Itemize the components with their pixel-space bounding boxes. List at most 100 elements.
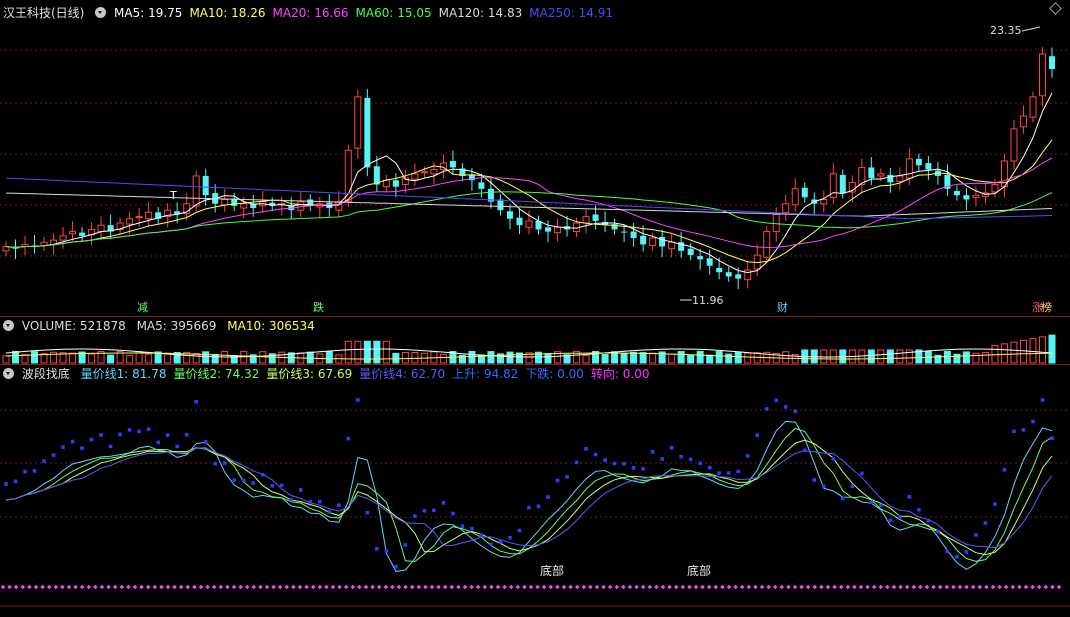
volume-panel-header: VOLUME: 521878 MA5: 395669 MA10: 306534: [3, 317, 322, 335]
candle-body-down: [725, 272, 732, 277]
volume-bar: [668, 353, 676, 364]
volume-value: VOLUME: 521878: [21, 319, 126, 333]
indicator-legend-item: 量价线3: 67.69: [266, 367, 353, 381]
baseline-diamond: [574, 584, 580, 590]
volume-bar: [468, 350, 476, 364]
candle-body-up: [744, 269, 752, 281]
baseline-diamond: [1043, 584, 1049, 590]
baseline-diamond: [970, 584, 976, 590]
baseline-diamond: [403, 584, 408, 590]
baseline-diamond: [502, 584, 507, 590]
indicator-dot: [565, 475, 569, 479]
baseline-diamond: [337, 584, 342, 590]
volume-bar: [2, 355, 10, 364]
baseline-diamond: [13, 584, 19, 590]
baseline-diamond: [555, 584, 560, 590]
indicator-dot: [926, 518, 931, 523]
indicator-dot: [1040, 398, 1045, 402]
baseline-diamond: [165, 584, 171, 590]
indicator-menu-icon[interactable]: [95, 7, 107, 18]
candle-body-up: [1019, 115, 1027, 128]
baseline-diamond: [0, 584, 6, 590]
indicator-dot: [641, 467, 645, 471]
baseline-diamond: [693, 584, 699, 590]
indicator-dot: [498, 539, 503, 544]
volume-bar: [192, 352, 200, 364]
candle-body-down: [392, 180, 399, 187]
indicator-dot: [251, 481, 256, 485]
marker-list[interactable]: 榜: [1041, 302, 1052, 314]
volume-bar: [1019, 339, 1027, 364]
baseline-diamond: [192, 584, 197, 590]
indicator-dot: [869, 500, 874, 504]
baseline-diamond: [297, 584, 303, 590]
marker-drop[interactable]: 跌: [313, 302, 324, 314]
baseline-diamond: [700, 584, 705, 590]
indicator-dot: [356, 398, 360, 402]
candle-body-up: [554, 226, 562, 234]
indicator-dot: [574, 460, 579, 465]
baseline-diamond: [759, 584, 765, 590]
candle-body-down: [1049, 56, 1055, 70]
indicator-dot: [726, 471, 731, 475]
indicator-dot: [384, 548, 389, 553]
volume-menu-icon[interactable]: [3, 320, 14, 331]
baseline-diamond: [541, 584, 547, 590]
marker-finance[interactable]: 财: [777, 302, 788, 314]
marker-reduce[interactable]: 减: [137, 302, 148, 314]
volume-bar: [582, 355, 590, 364]
indicator-dot: [413, 514, 417, 518]
volume-ma10: MA10: 306534: [227, 319, 315, 333]
ma-legend-item: MA120: 14.83: [438, 6, 523, 20]
baseline-diamond: [673, 584, 679, 590]
candle-body-up: [97, 224, 105, 233]
baseline-diamond: [931, 584, 936, 590]
indicator-dot: [774, 398, 779, 403]
indicator-dot: [631, 466, 636, 470]
baseline-diamond: [726, 584, 732, 590]
baseline-diamond: [264, 584, 270, 590]
candle-body-down: [497, 199, 504, 211]
indicator-legend-item: 量价线2: 74.32: [173, 367, 260, 381]
baseline-diamond: [258, 584, 263, 590]
volume-bar: [639, 352, 647, 364]
baseline-diamond: [33, 584, 39, 590]
baseline-diamond: [1023, 584, 1029, 590]
candle-body-down: [516, 217, 523, 226]
candle-body-up: [820, 198, 828, 205]
baseline-diamond: [660, 584, 666, 590]
baseline-diamond: [753, 584, 758, 590]
indicator-select-icon[interactable]: [3, 368, 14, 379]
chart-canvas[interactable]: [0, 0, 1070, 617]
volume-bar: [544, 353, 552, 364]
candle-body-down: [478, 182, 485, 189]
baseline-diamond: [924, 584, 930, 590]
baseline-diamond: [871, 584, 877, 590]
volume-bar: [506, 351, 514, 364]
volume-bar: [373, 340, 381, 364]
baseline-diamond: [772, 584, 778, 590]
baseline-diamond: [436, 584, 441, 590]
baseline-diamond: [277, 584, 283, 590]
volume-bar: [1029, 338, 1037, 364]
indicator-dot: [660, 457, 664, 461]
indicator-dot: [279, 483, 284, 488]
indicator-dot: [860, 471, 864, 476]
baseline-diamond: [482, 584, 488, 590]
indicator-dot: [603, 458, 607, 462]
indicator-dot: [669, 445, 674, 450]
indicator-dot: [955, 554, 959, 559]
indicator-legend: 量价线1: 81.78 量价线2: 74.32 量价线3: 67.69 量价线4: 6…: [81, 367, 657, 381]
baseline-diamond: [396, 584, 402, 590]
baseline-diamond: [911, 584, 917, 590]
volume-bar: [715, 351, 723, 364]
candle-body-up: [145, 211, 153, 220]
volume-bar: [896, 349, 904, 364]
baseline-diamond: [733, 584, 738, 590]
volume-bar: [782, 351, 790, 364]
baseline-diamond: [198, 584, 204, 590]
indicator-dot: [841, 496, 845, 501]
candle-body-up: [1010, 128, 1018, 162]
indicator-dot: [831, 456, 836, 461]
candle-body-down: [364, 97, 371, 168]
